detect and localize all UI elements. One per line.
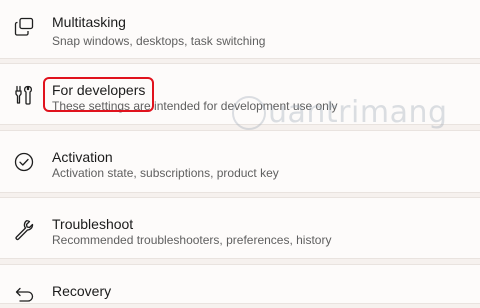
settings-item-description: These settings are intended for developm… [52, 99, 338, 113]
settings-item-title: Recovery [52, 283, 112, 299]
settings-item-title: Troubleshoot [52, 216, 134, 232]
check-circle-icon [12, 150, 36, 174]
settings-item-title: For developers [52, 82, 146, 98]
wrench-icon [12, 217, 36, 241]
settings-item-description: Activation state, subscriptions, product… [52, 166, 279, 180]
settings-item-description: Recommended troubleshooters, preferences… [52, 233, 332, 247]
settings-item-title: Multitasking [52, 14, 126, 30]
settings-list: Multitasking Snap windows, desktops, tas… [0, 0, 480, 304]
recovery-icon [12, 284, 36, 308]
settings-item-activation[interactable]: Activation Activation state, subscriptio… [0, 130, 480, 193]
multitasking-icon [12, 15, 36, 39]
settings-item-troubleshoot[interactable]: Troubleshoot Recommended troubleshooters… [0, 197, 480, 259]
settings-item-description: Snap windows, desktops, task switching [52, 34, 266, 48]
settings-item-for-developers[interactable]: For developers These settings are intend… [0, 63, 480, 125]
settings-item-recovery[interactable]: Recovery [0, 264, 480, 304]
settings-item-title: Activation [52, 149, 113, 165]
developer-tools-icon [12, 83, 36, 107]
settings-item-multitasking[interactable]: Multitasking Snap windows, desktops, tas… [0, 0, 480, 59]
